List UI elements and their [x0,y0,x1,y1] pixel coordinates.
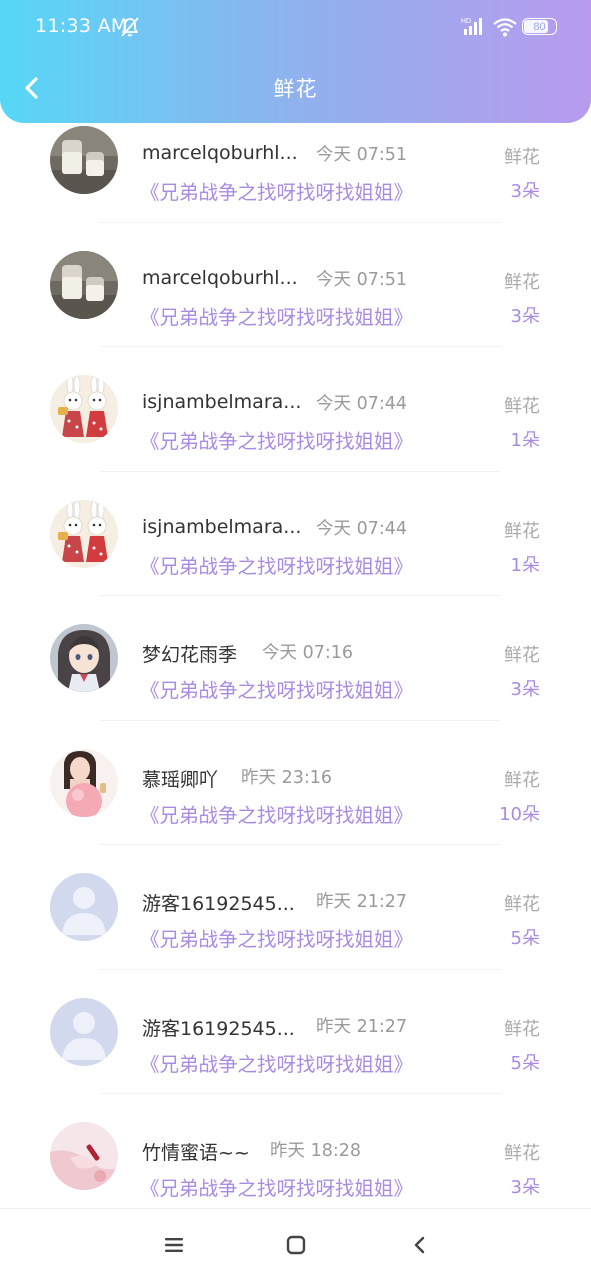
user-name: isjnambelmara... [142,515,302,538]
gift-type: 鲜花 [504,769,540,791]
list-item[interactable]: 游客16192545... 昨天 21:27 《兄弟战争之找呀找呀找姐姐》 鲜花 5朵 [0,845,591,970]
avatar[interactable] [50,1122,118,1190]
list-item[interactable]: marcelqoburhl... 今天 07:51 《兄弟战争之找呀找呀找姐姐》 鲜花… [0,223,591,347]
avatar[interactable] [50,748,118,817]
timestamp: 昨天 18:28 [270,1141,361,1161]
timestamp: 昨天 23:16 [241,767,332,788]
gift-count: 1朵 [510,554,540,576]
user-name: marcelqoburhl... [142,266,298,289]
gift-type: 鲜花 [504,147,540,168]
book-title-link[interactable]: 《兄弟战争之找呀找呀找姐姐》 [140,674,413,703]
system-back-button[interactable] [406,1231,434,1259]
user-name: 梦幻花雨季 [142,644,238,666]
gift-type: 鲜花 [504,1143,540,1164]
back-icon [414,1236,425,1254]
list-item[interactable]: isjnambelmara... 今天 07:44 《兄弟战争之找呀找呀找姐姐》 鲜花… [0,472,591,596]
list-item[interactable]: isjnambelmara... 今天 07:44 《兄弟战争之找呀找呀找姐姐》 鲜花… [0,347,591,472]
book-title-link[interactable]: 《兄弟战争之找呀找呀找姐姐》 [140,425,413,454]
timestamp: 今天 07:44 [316,518,407,539]
svg-text:HD: HD [461,18,471,25]
timestamp: 今天 07:51 [316,269,407,290]
gift-count: 3朵 [510,181,540,202]
timestamp: 今天 07:16 [262,643,353,663]
app-header: 11:33 AM HD 80 鲜花 [0,0,591,123]
battery-icon: 80 [522,18,557,35]
user-name: 游客16192545... [142,1017,295,1040]
avatar[interactable] [50,997,118,1066]
gift-type: 鲜花 [504,396,540,417]
book-title-link[interactable]: 《兄弟战争之找呀找呀找姐姐》 [140,1172,413,1201]
gift-count: 3朵 [510,679,540,700]
user-name: marcelqoburhl... [142,142,298,164]
gift-record-list[interactable]: marcelqoburhl... 今天 07:51 《兄弟战争之找呀找呀找姐姐》 鲜花… [0,98,591,1208]
signal-icon: HD [461,16,487,36]
status-bar: 11:33 AM HD 80 [0,0,591,54]
user-name: isjnambelmara... [142,391,302,413]
list-item[interactable]: 梦幻花雨季 今天 07:16 《兄弟战争之找呀找呀找姐姐》 鲜花 3朵 [0,596,591,721]
list-item[interactable]: 慕瑶卿吖 昨天 23:16 《兄弟战争之找呀找呀找姐姐》 鲜花 10朵 [0,721,591,845]
gift-count: 10朵 [499,803,540,825]
gift-type: 鲜花 [504,1018,540,1040]
gift-type: 鲜花 [504,645,540,666]
user-name: 竹情蜜语~~ [142,1142,250,1164]
home-button[interactable] [282,1231,310,1259]
timestamp: 今天 07:44 [316,394,407,414]
gift-count: 5朵 [510,1052,540,1074]
timestamp: 昨天 21:27 [316,892,407,912]
home-icon [286,1235,306,1255]
avatar[interactable] [50,499,118,568]
avatar[interactable] [50,873,118,941]
timestamp: 昨天 21:27 [316,1016,407,1037]
gift-count: 3朵 [510,305,540,327]
list-item[interactable]: 游客16192545... 昨天 21:27 《兄弟战争之找呀找呀找姐姐》 鲜花 5朵 [0,970,591,1094]
avatar[interactable] [50,126,118,194]
screen: 11:33 AM HD 80 鲜花 marcelqoburhl... 今天 07… [0,0,591,1280]
book-title-link[interactable]: 《兄弟战争之找呀找呀找姐姐》 [140,176,413,205]
battery-text: 80 [533,20,546,33]
gift-count: 5朵 [510,928,540,949]
menu-icon [165,1238,183,1252]
navigation-bar [0,1208,591,1280]
book-title-link[interactable]: 《兄弟战争之找呀找呀找姐姐》 [140,1048,413,1077]
user-name: 慕瑶卿吖 [142,768,219,791]
gift-type: 鲜花 [504,271,540,293]
book-title-link[interactable]: 《兄弟战争之找呀找呀找姐姐》 [140,923,413,952]
avatar[interactable] [50,250,118,319]
avatar[interactable] [50,375,118,443]
mute-icon [119,16,141,38]
book-title-link[interactable]: 《兄弟战争之找呀找呀找姐姐》 [140,799,413,828]
gift-count: 1朵 [510,430,540,451]
page-title: 鲜花 [273,77,318,101]
gift-type: 鲜花 [504,520,540,542]
user-name: 游客16192545... [142,893,295,915]
book-title-link[interactable]: 《兄弟战争之找呀找呀找姐姐》 [140,301,413,330]
wifi-icon [493,17,517,37]
avatar[interactable] [50,624,118,692]
list-item[interactable]: 竹情蜜语~~ 昨天 18:28 《兄弟战争之找呀找呀找姐姐》 鲜花 3朵 [0,1094,591,1208]
status-time: 11:33 AM [35,15,128,37]
menu-button[interactable] [160,1231,188,1259]
gift-count: 3朵 [510,1177,540,1198]
timestamp: 今天 07:51 [316,145,407,165]
gift-type: 鲜花 [504,894,540,915]
book-title-link[interactable]: 《兄弟战争之找呀找呀找姐姐》 [140,550,413,579]
